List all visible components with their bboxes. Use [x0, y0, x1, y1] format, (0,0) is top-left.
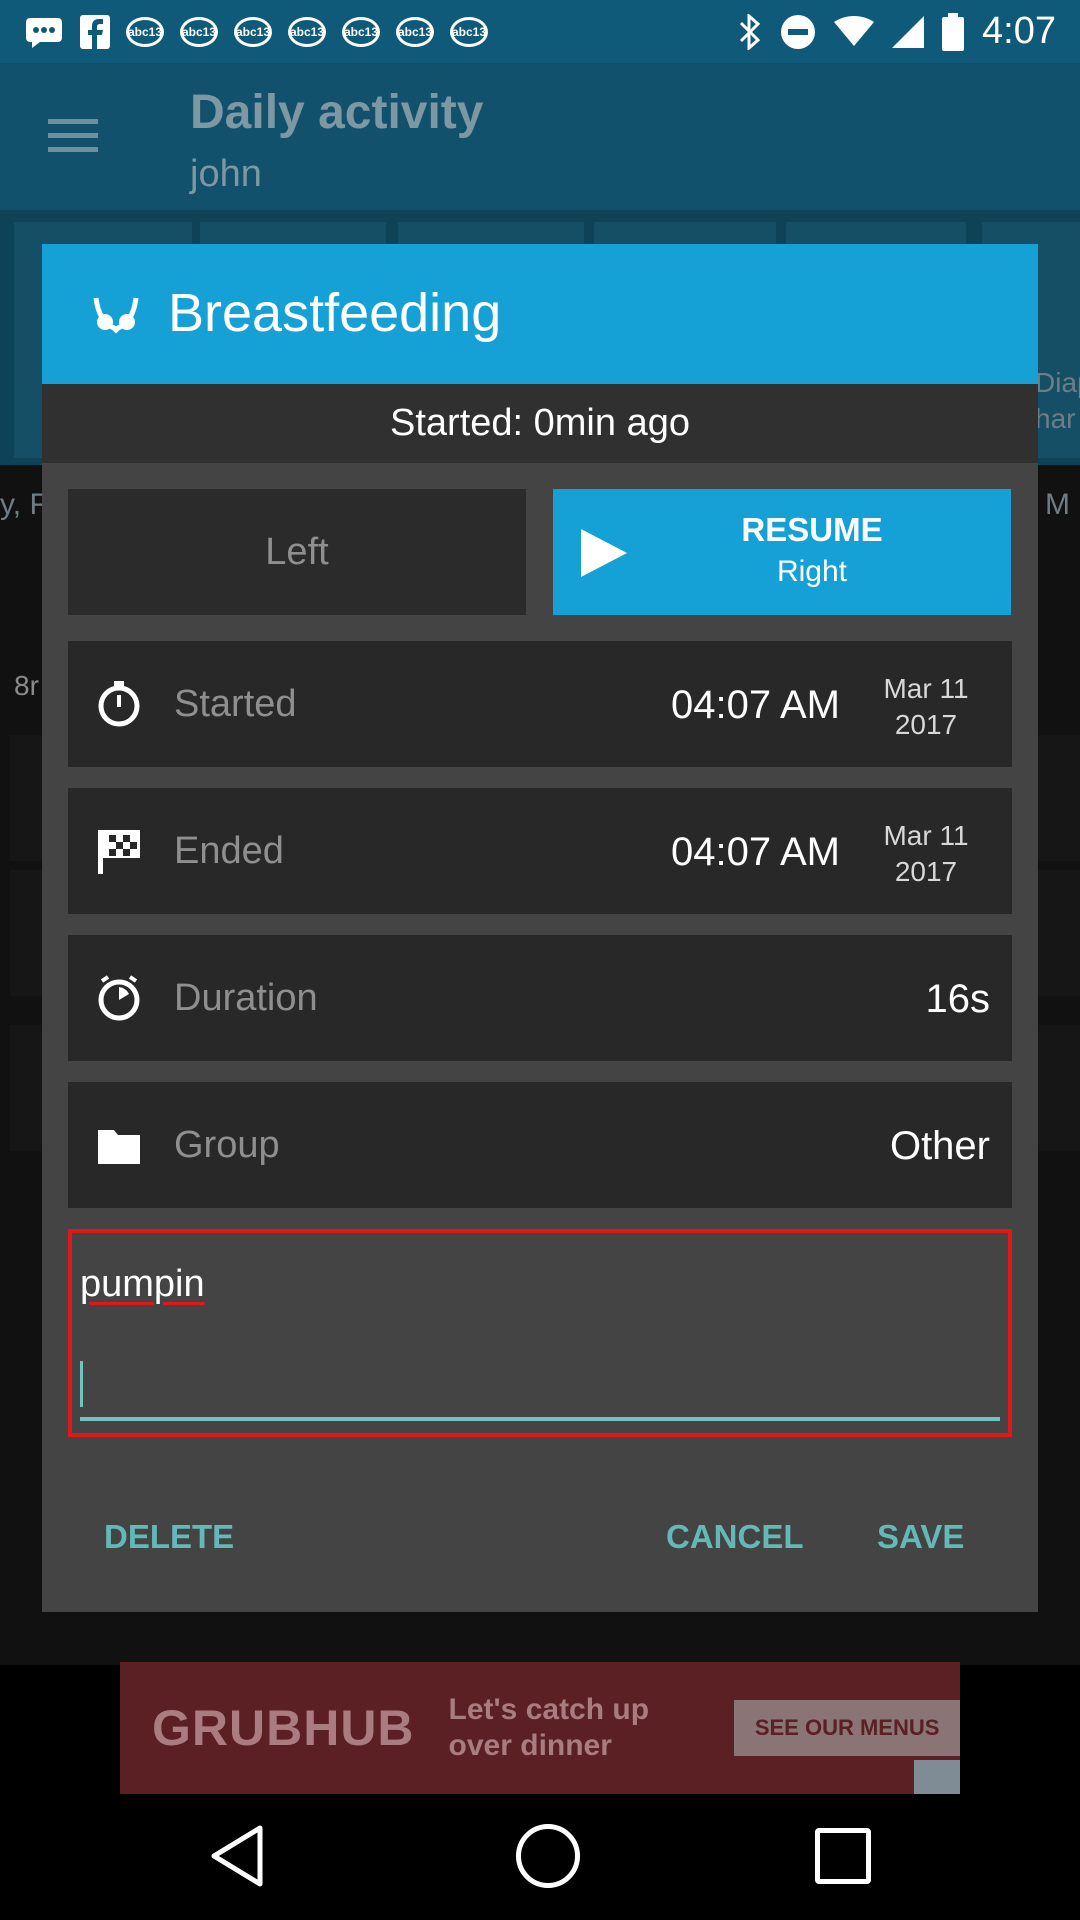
ended-date[interactable]: Mar 11 2017	[866, 818, 986, 890]
session-status-text: Started: 0min ago	[390, 402, 690, 444]
background-tab-label: Diap har	[1035, 367, 1080, 434]
started-time[interactable]: 04:07 AM	[671, 683, 840, 728]
started-label: Started	[174, 683, 297, 725]
ended-time[interactable]: 04:07 AM	[671, 830, 840, 875]
checkered-flag-icon	[98, 830, 140, 874]
folder-icon	[98, 1130, 140, 1164]
clock: 4:07	[982, 10, 1056, 52]
input-underline	[80, 1417, 1000, 1421]
notes-text[interactable]: pumpin	[80, 1263, 205, 1306]
text-cursor	[80, 1361, 83, 1407]
ended-date-month-day: Mar 11	[883, 820, 969, 851]
cancel-button[interactable]: CANCEL	[666, 1518, 804, 1556]
started-date-year: 2017	[894, 709, 958, 740]
left-side-label: Left	[265, 530, 329, 573]
home-icon[interactable]	[516, 1824, 580, 1888]
duration-value: 16s	[925, 977, 991, 1021]
facebook-icon	[80, 14, 110, 49]
started-row[interactable]: Started 04:07 AM Mar 11 2017	[68, 641, 1012, 767]
abc13-icon: abc13	[342, 16, 380, 47]
abc13-icon: abc13	[288, 16, 326, 47]
app-bar: Daily activity john	[0, 63, 1080, 210]
navigation-bar	[0, 1794, 1080, 1920]
app-subtitle: john	[190, 153, 262, 195]
abc13-icon: abc13	[450, 16, 488, 47]
status-bar: abc13 abc13 abc13 abc13 abc13 abc13 abc1…	[0, 0, 1080, 63]
resume-right-button[interactable]: RESUME Right	[553, 489, 1011, 615]
ended-label: Ended	[174, 830, 284, 872]
notes-input[interactable]: pumpin	[68, 1229, 1012, 1437]
started-date[interactable]: Mar 11 2017	[866, 671, 986, 743]
abc13-icon: abc13	[396, 16, 434, 47]
dialog-header: Breastfeeding	[42, 244, 1038, 384]
group-label: Group	[174, 1124, 280, 1166]
duration-row[interactable]: Duration 16s	[68, 935, 1012, 1061]
ad-banner[interactable]: GRUBHUB Let's catch up over dinner SEE O…	[120, 1662, 960, 1794]
background-date-text: M	[1045, 488, 1070, 521]
ad-brand: GRUBHUB	[152, 1700, 415, 1756]
signal-icon	[892, 15, 925, 48]
recent-apps-icon[interactable]	[815, 1828, 871, 1884]
app-title: Daily activity	[190, 86, 484, 139]
notification-icons: abc13 abc13 abc13 abc13 abc13 abc13 abc1…	[24, 14, 488, 49]
right-side-label: Right	[776, 555, 848, 588]
timer-icon	[98, 975, 140, 1021]
dialog-title: Breastfeeding	[168, 283, 502, 343]
ad-cta-button[interactable]: SEE OUR MENUS	[734, 1700, 960, 1756]
background-date-text: y, F	[0, 488, 48, 521]
breastfeeding-icon	[93, 297, 139, 334]
session-status: Started: 0min ago	[42, 384, 1038, 463]
ended-row[interactable]: Ended 04:07 AM Mar 11 2017	[68, 788, 1012, 914]
breastfeeding-dialog: Breastfeeding Started: 0min ago Left RES…	[42, 244, 1038, 1612]
group-value[interactable]: Other	[890, 1124, 990, 1169]
abc13-icon: abc13	[234, 16, 272, 47]
group-row[interactable]: Group Other	[68, 1082, 1012, 1208]
started-date-month-day: Mar 11	[883, 673, 969, 704]
left-side-button[interactable]: Left	[68, 489, 526, 615]
back-icon[interactable]	[210, 1824, 264, 1888]
ended-date-year: 2017	[894, 856, 958, 887]
ad-tagline: Let's catch up over dinner	[448, 1693, 650, 1762]
delete-button[interactable]: DELETE	[104, 1518, 234, 1556]
messages-icon	[26, 17, 62, 48]
ad-choices-icon[interactable]	[914, 1760, 960, 1794]
do-not-disturb-icon	[781, 14, 816, 49]
save-button[interactable]: SAVE	[877, 1518, 964, 1556]
background-small-text: 8r	[14, 670, 39, 701]
menu-icon[interactable]	[48, 119, 98, 161]
abc13-icon: abc13	[126, 16, 164, 47]
stopwatch-icon	[98, 681, 140, 727]
abc13-icon: abc13	[180, 16, 218, 47]
bluetooth-icon	[739, 13, 761, 50]
battery-icon	[942, 12, 965, 51]
duration-label: Duration	[174, 977, 318, 1019]
resume-label: RESUME	[741, 511, 883, 548]
wifi-icon	[834, 15, 875, 46]
